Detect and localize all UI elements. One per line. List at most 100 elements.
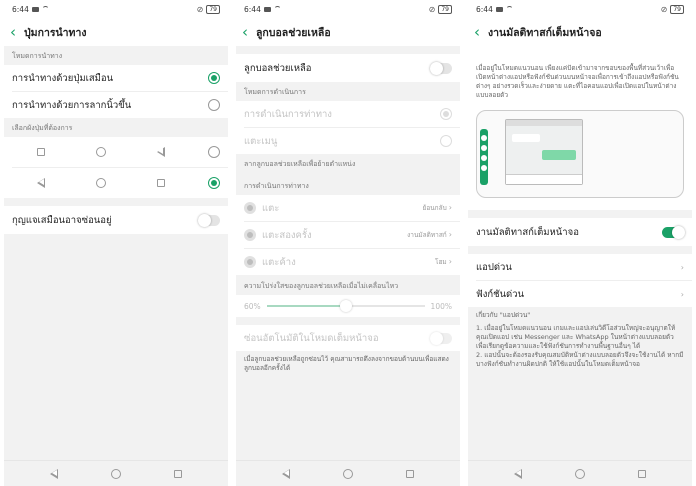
gesture-tap-value: ย้อนกลับ [422, 204, 447, 212]
assistive-ball-toggle[interactable] [430, 61, 452, 75]
gesture-long-press-row[interactable]: แตะค้าง โฮม › [236, 249, 460, 275]
chevron-right-icon: › [680, 289, 684, 299]
wifi-icon [273, 5, 281, 13]
notification-icon [31, 6, 39, 12]
slider-thumb[interactable] [339, 300, 352, 312]
double-tap-gesture-icon [244, 229, 256, 241]
radio-layout-2[interactable] [208, 177, 220, 189]
quick-apps-label: แอปด่วน [476, 261, 512, 273]
battery-icon: 79 [206, 4, 220, 14]
radio-gesture[interactable] [208, 99, 220, 111]
no-sim-icon: ⊘ [428, 4, 436, 14]
quick-functions-label: ฟังก์ชันด่วน [476, 288, 525, 300]
recent-key-icon[interactable] [637, 469, 646, 478]
home-key-icon [95, 147, 106, 157]
home-key-icon [95, 178, 106, 188]
screen-fullscreen-multitask: 6:44 ⊘ 79 ‹ งานมัลติทาสก์เต็มหน้าจอ เมื่… [468, 0, 692, 486]
back-key-icon[interactable] [514, 468, 523, 479]
home-key-icon[interactable] [574, 468, 585, 479]
no-sim-icon: ⊘ [196, 4, 204, 14]
fullscreen-multitask-row[interactable]: งานมัลติทาสก์เต็มหน้าจอ [468, 218, 692, 246]
quick-apps-row[interactable]: แอปด่วน › [468, 254, 692, 280]
tap-gesture-icon [244, 202, 256, 214]
status-bar: 6:44 ⊘ 79 [236, 0, 460, 18]
notification-icon [263, 6, 271, 12]
fullscreen-multitask-label: งานมัลติทาสก์เต็มหน้าจอ [476, 226, 579, 238]
fullscreen-multitask-toggle[interactable] [662, 225, 685, 239]
section-label-op-mode: โหมดการดำเนินการ [244, 88, 306, 96]
radio-virtual-keys[interactable] [208, 72, 220, 84]
radio-layout-1[interactable] [208, 146, 220, 158]
about-item-2: 2. แอปนั้นจะต้องรองรับคุณสมบัติหน้าต่างแ… [476, 351, 684, 368]
hide-keys-row[interactable]: กุญแจเสมือนอาจซ่อนอยู่ [4, 206, 228, 234]
home-key-icon[interactable] [342, 468, 353, 479]
option-gesture[interactable]: การนำทางด้วยการลากนิ้วขึ้น [4, 92, 228, 118]
chevron-right-icon: › [448, 203, 452, 212]
status-bar: 6:44 ⊘ 79 [468, 0, 692, 18]
chevron-right-icon: › [448, 257, 452, 266]
section-label-layout: เลือกผังปุ่มที่ต้องการ [12, 124, 73, 132]
back-arrow-icon[interactable]: ‹ [10, 24, 22, 40]
page-title: ลูกบอลช่วยเหลือ [256, 26, 331, 39]
battery-icon: 79 [670, 4, 684, 14]
recent-key-icon [37, 148, 46, 156]
section-label-gesture-op: การดำเนินการท่าทาง [244, 182, 309, 190]
screen-navigation-keys: 6:44 ⊘ 79 ‹ ปุ่มการนำทาง โหมดการนำทาง กา… [4, 0, 228, 486]
system-nav-bar [4, 460, 228, 486]
gesture-tap-row[interactable]: แตะ ย้อนกลับ › [236, 195, 460, 221]
intro-text: เมื่ออยู่ในโหมดแนวนอน เพียงแค่ปัดเข้ามาจ… [476, 64, 679, 99]
transparency-label: ความโปร่งใสของลูกบอลช่วยเหลือเมื่อไม่เคล… [244, 282, 399, 290]
gesture-double-tap-row[interactable]: แตะสองครั้ง งานมัลติทาสก์ › [236, 222, 460, 248]
page-title: ปุ่มการนำทาง [24, 26, 87, 39]
system-nav-bar [468, 460, 692, 486]
back-key-icon[interactable] [50, 468, 59, 479]
op-gesture-row[interactable]: การดำเนินการท่าทาง [236, 101, 460, 127]
hide-keys-label: กุญแจเสมือนอาจซ่อนอยู่ [12, 214, 112, 226]
radio-op-menu[interactable] [440, 135, 452, 147]
back-arrow-icon[interactable]: ‹ [474, 24, 486, 40]
back-key-icon[interactable] [282, 468, 291, 479]
long-press-gesture-icon [244, 256, 256, 268]
screen-assistive-ball: 6:44 ⊘ 79 ‹ ลูกบอลช่วยเหลือ ลูกบอลช่วยเห… [236, 0, 460, 486]
chevron-right-icon: › [448, 230, 452, 239]
slider-max-label: 100% [430, 301, 452, 311]
status-bar: 6:44 ⊘ 79 [4, 0, 228, 18]
battery-icon: 79 [438, 4, 452, 14]
back-key-icon [37, 178, 46, 188]
about-title: เกี่ยวกับ "แอปด่วน" [476, 311, 531, 319]
back-arrow-icon[interactable]: ‹ [242, 24, 254, 40]
recent-key-icon[interactable] [405, 469, 414, 478]
wifi-icon [505, 5, 513, 13]
transparency-slider-row: 60% 100% [236, 295, 460, 317]
auto-hide-row[interactable]: ซ่อนอัตโนมัติในโหมดเต็มหน้าจอ [236, 325, 460, 351]
transparency-slider[interactable] [266, 300, 425, 312]
assistive-ball-row[interactable]: ลูกบอลช่วยเหลือ [236, 54, 460, 82]
option-virtual-keys[interactable]: การนำทางด้วยปุ่มเสมือน [4, 65, 228, 91]
layout-option-1[interactable] [4, 137, 228, 167]
section-label-nav-mode: โหมดการนำทาง [12, 52, 63, 60]
chevron-right-icon: › [680, 262, 684, 272]
landscape-illustration [476, 110, 684, 198]
op-menu-row[interactable]: แตะเมนู [236, 128, 460, 154]
hide-keys-toggle[interactable] [198, 213, 220, 227]
back-key-icon [156, 147, 165, 157]
auto-hide-toggle[interactable] [430, 331, 452, 345]
slider-min-label: 60% [244, 301, 261, 311]
option-virtual-keys-label: การนำทางด้วยปุ่มเสมือน [12, 72, 114, 84]
status-time: 6:44 [12, 4, 29, 14]
assistive-ball-label: ลูกบอลช่วยเหลือ [244, 62, 312, 74]
about-item-1: 1. เมื่ออยู่ในโหมดแนวนอน เกมและแอปเล่นวิ… [476, 324, 676, 350]
quick-functions-row[interactable]: ฟังก์ชันด่วน › [468, 281, 692, 307]
option-gesture-label: การนำทางด้วยการลากนิ้วขึ้น [12, 99, 132, 111]
auto-hide-label: ซ่อนอัตโนมัติในโหมดเต็มหน้าจอ [244, 332, 379, 344]
floating-window [505, 119, 583, 185]
recent-key-icon[interactable] [173, 469, 182, 478]
layout-option-2[interactable] [4, 168, 228, 198]
gesture-long-press-label: แตะค้าง [262, 256, 296, 268]
radio-op-gesture[interactable] [440, 108, 452, 120]
op-gesture-label: การดำเนินการท่าทาง [244, 108, 332, 120]
gesture-long-press-value: โฮม [434, 258, 447, 266]
home-key-icon[interactable] [110, 468, 121, 479]
status-time: 6:44 [244, 4, 261, 14]
drag-hint: ลากลูกบอลช่วยเหลือเพื่อย้ายตำแหน่ง [244, 160, 356, 168]
